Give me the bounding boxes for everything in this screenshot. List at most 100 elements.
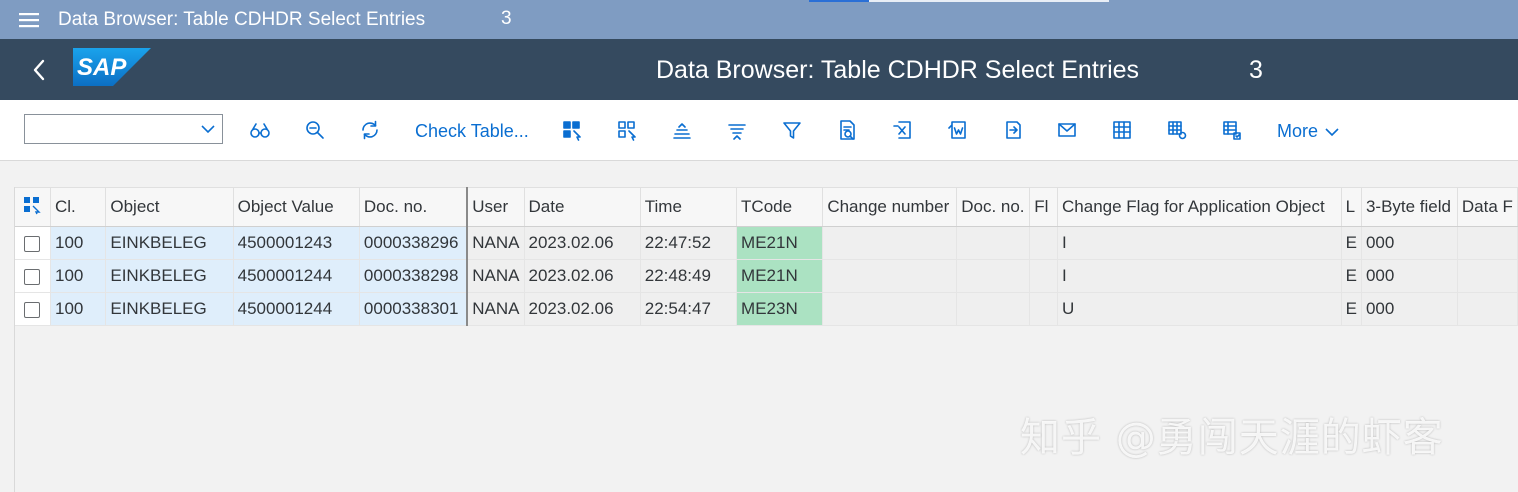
- table-row[interactable]: 100 EINKBELEG 4500001243 0000338296 NANA…: [15, 226, 1518, 260]
- column-header-object[interactable]: Object: [105, 187, 234, 227]
- cell-doc-no: 0000338301: [359, 292, 469, 326]
- column-header-doc-no[interactable]: Doc. no.: [359, 187, 469, 227]
- export-excel-icon[interactable]: [889, 117, 915, 143]
- print-preview-icon[interactable]: [834, 117, 860, 143]
- application-toolbar: Check Table... More: [0, 100, 1518, 161]
- cell-change-flag: I: [1057, 259, 1342, 293]
- cell-object: EINKBELEG: [105, 292, 234, 326]
- window-tab-active: [809, 0, 869, 2]
- column-header-data-f[interactable]: Data F: [1457, 187, 1518, 227]
- variant-dropdown[interactable]: [24, 114, 223, 144]
- window-title: Data Browser: Table CDHDR Select Entries: [58, 8, 426, 30]
- cell-user: NANA: [467, 226, 525, 260]
- row-select-checkbox[interactable]: [15, 259, 51, 293]
- choose-layout-icon[interactable]: [1219, 117, 1245, 143]
- cell-tcode: ME23N: [736, 292, 824, 326]
- cell-cl: 100: [50, 226, 107, 260]
- cell-doc-no: 0000338298: [359, 259, 469, 293]
- cell-data-f: [1457, 226, 1518, 260]
- more-menu-button[interactable]: More: [1277, 121, 1340, 142]
- column-header-change-flag[interactable]: Change Flag for Application Object: [1057, 187, 1342, 227]
- cell-tcode: ME21N: [736, 226, 824, 260]
- more-menu-label: More: [1277, 121, 1319, 141]
- chevron-down-icon: [1325, 127, 1339, 136]
- page-title-count: 3: [1249, 56, 1263, 84]
- check-table-button[interactable]: Check Table...: [415, 121, 529, 142]
- checkbox-icon: [24, 301, 41, 318]
- display-glasses-icon[interactable]: [247, 117, 273, 143]
- hamburger-menu-icon[interactable]: [0, 0, 58, 39]
- cell-object-value: 4500001243: [233, 226, 360, 260]
- back-icon[interactable]: [24, 55, 54, 85]
- cell-fl: [1029, 292, 1059, 326]
- column-header-doc-no-2[interactable]: Doc. no.: [956, 187, 1031, 227]
- cell-fl: [1029, 226, 1059, 260]
- cell-data-f: [1457, 259, 1518, 293]
- column-header-user[interactable]: User: [467, 187, 525, 227]
- cell-date: 2023.02.06: [524, 226, 641, 260]
- checkbox-icon: [24, 235, 41, 252]
- cell-data-f: [1457, 292, 1518, 326]
- cell-object-value: 4500001244: [233, 292, 360, 326]
- cell-time: 22:54:47: [640, 292, 738, 326]
- cell-object: EINKBELEG: [105, 226, 234, 260]
- filter-icon[interactable]: [779, 117, 805, 143]
- deselect-layout-icon[interactable]: [614, 117, 640, 143]
- cell-3-byte-field: 000: [1361, 259, 1458, 293]
- cell-doc-no-2: [956, 259, 1031, 293]
- search-icon[interactable]: [302, 117, 328, 143]
- cell-user: NANA: [467, 259, 525, 293]
- row-select-checkbox[interactable]: [15, 226, 51, 260]
- window-title-bar: Data Browser: Table CDHDR Select Entries…: [0, 0, 1518, 39]
- watermark-text: 知乎 @勇闯天涯的虾客: [1020, 415, 1444, 461]
- cell-doc-no: 0000338296: [359, 226, 469, 260]
- checkbox-icon: [24, 268, 41, 285]
- refresh-icon[interactable]: [357, 117, 383, 143]
- chevron-down-icon: [201, 125, 215, 134]
- cell-cl: 100: [50, 259, 107, 293]
- cell-l: E: [1341, 292, 1362, 326]
- row-select-checkbox[interactable]: [15, 292, 51, 326]
- export-file-icon[interactable]: [999, 117, 1025, 143]
- column-header-object-value[interactable]: Object Value: [233, 187, 360, 227]
- column-header-change-number[interactable]: Change number: [822, 187, 958, 227]
- cell-object-value: 4500001244: [233, 259, 360, 293]
- table-header-row: Cl. Object Object Value Doc. no. User Da…: [15, 187, 1518, 227]
- cell-date: 2023.02.06: [524, 292, 641, 326]
- column-header-3-byte-field[interactable]: 3-Byte field: [1361, 187, 1458, 227]
- cell-change-number: [822, 226, 958, 260]
- spreadsheet-icon[interactable]: [1109, 117, 1135, 143]
- cell-tcode: ME21N: [736, 259, 824, 293]
- cell-cl: 100: [50, 292, 107, 326]
- cell-object: EINKBELEG: [105, 259, 234, 293]
- cell-doc-no-2: [956, 292, 1031, 326]
- cell-3-byte-field: 000: [1361, 226, 1458, 260]
- column-header-date[interactable]: Date: [524, 187, 641, 227]
- layout-settings-icon[interactable]: [1164, 117, 1190, 143]
- cell-change-number: [822, 292, 958, 326]
- column-header-cl[interactable]: Cl.: [50, 187, 107, 227]
- sort-descending-icon[interactable]: [724, 117, 750, 143]
- cell-change-flag: I: [1057, 226, 1342, 260]
- sort-ascending-icon[interactable]: [669, 117, 695, 143]
- table-row[interactable]: 100 EINKBELEG 4500001244 0000338301 NANA…: [15, 292, 1518, 326]
- table-row[interactable]: 100 EINKBELEG 4500001244 0000338298 NANA…: [15, 259, 1518, 293]
- select-layout-icon[interactable]: [559, 117, 585, 143]
- window-tab-strip: [809, 0, 1109, 2]
- cell-change-flag: U: [1057, 292, 1342, 326]
- select-all-icon[interactable]: [15, 187, 51, 227]
- export-word-icon[interactable]: [944, 117, 970, 143]
- cell-user: NANA: [467, 292, 525, 326]
- column-header-l[interactable]: L: [1341, 187, 1362, 227]
- column-header-time[interactable]: Time: [640, 187, 738, 227]
- shell-bar: SAP Data Browser: Table CDHDR Select Ent…: [0, 39, 1518, 100]
- send-mail-icon[interactable]: [1054, 117, 1080, 143]
- column-header-tcode[interactable]: TCode: [736, 187, 824, 227]
- cell-l: E: [1341, 259, 1362, 293]
- cell-doc-no-2: [956, 226, 1031, 260]
- cell-time: 22:47:52: [640, 226, 738, 260]
- cell-change-number: [822, 259, 958, 293]
- cell-time: 22:48:49: [640, 259, 738, 293]
- column-header-fl[interactable]: Fl: [1029, 187, 1059, 227]
- data-table: Cl. Object Object Value Doc. no. User Da…: [15, 187, 1518, 326]
